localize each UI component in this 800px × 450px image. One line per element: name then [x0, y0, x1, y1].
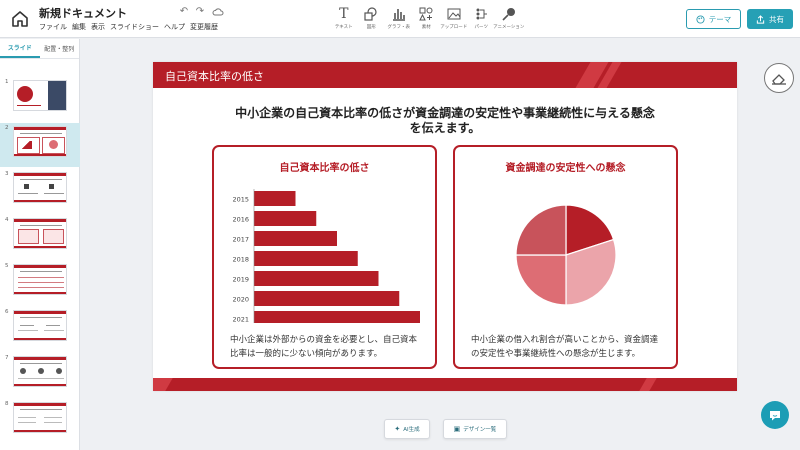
- tool-text[interactable]: T テキスト: [332, 6, 356, 30]
- right-card[interactable]: 資金調達の安定性への懸念 中小企業の借入れ割合が高いことから、資金調達の安定性や…: [453, 145, 678, 369]
- slide-thumbnail-1[interactable]: 1: [0, 77, 80, 121]
- bar-2020: [254, 291, 400, 306]
- slide-thumbnail-2[interactable]: 2: [0, 123, 80, 167]
- cloud-save-icon[interactable]: [212, 6, 224, 18]
- tool-parts[interactable]: パーツ: [470, 6, 494, 30]
- pie-slice-3: [515, 254, 567, 306]
- left-card-text: 中小企業は外部からの資金を必要とし、自己資本比率は一般的に少ない傾向があります。: [230, 335, 418, 359]
- left-card[interactable]: 自己資本比率の低さ 2015 2016 2017 2018 2019 2020 2021 中…: [212, 145, 437, 369]
- slide-headline[interactable]: 中小企業の自己資本比率の低さが資金調達の安定性や事業継続性に与える懸念 を伝えま…: [193, 106, 697, 136]
- slide-thumbnail-6[interactable]: 6: [0, 307, 80, 351]
- redo-icon[interactable]: ↷: [194, 6, 206, 18]
- slide-thumbnail-5[interactable]: 5: [0, 261, 80, 305]
- bar-label-2018: 2018: [232, 256, 249, 264]
- elements-icon: [418, 6, 434, 22]
- animation-icon: [501, 6, 517, 22]
- tool-chart[interactable]: グラフ・表: [387, 6, 411, 30]
- bar-label-2021: 2021: [232, 316, 249, 324]
- text-icon: T: [339, 6, 349, 22]
- menu-history[interactable]: 変更履歴: [190, 22, 218, 32]
- chart-icon: [391, 6, 407, 22]
- menu-bar: ファイル 編集 表示 スライドショー ヘルプ 変更履歴: [39, 22, 218, 32]
- right-card-text: 中小企業の借入れ割合が高いことから、資金調達の安定性や事業継続性への懸念が生じま…: [471, 335, 659, 359]
- slide-footer: [153, 378, 737, 391]
- tool-upload[interactable]: アップロード: [440, 6, 467, 30]
- bar-2019: [254, 271, 379, 286]
- document-title[interactable]: 新規ドキュメント: [39, 5, 127, 21]
- slide-canvas[interactable]: 自己資本比率の低さ 中小企業の自己資本比率の低さが資金調達の安定性や事業継続性に…: [153, 62, 737, 391]
- menu-edit[interactable]: 編集: [72, 22, 86, 32]
- tab-arrange[interactable]: 配置・整列: [40, 39, 80, 58]
- slide-thumbnail-8[interactable]: 8: [0, 399, 80, 443]
- slide-header-title[interactable]: 自己資本比率の低さ: [165, 68, 264, 84]
- slide-thumbnail-3[interactable]: 3: [0, 169, 80, 213]
- bar-2015: [254, 191, 296, 206]
- undo-icon[interactable]: ↶: [178, 6, 190, 18]
- slide-sidebar: スライド 配置・整列 1 2 3 4 5 6 7 8: [0, 39, 80, 450]
- ai-generate-button[interactable]: ✦ AI生成: [384, 419, 430, 439]
- share-icon: [756, 14, 765, 24]
- slide-thumbnail-4[interactable]: 4: [0, 215, 80, 259]
- slide-header: 自己資本比率の低さ: [153, 62, 737, 88]
- insert-toolbar: T テキスト 図形 グラフ・表 素材 アップロード パーツ アニメーション: [332, 6, 525, 30]
- bar-2016: [254, 211, 317, 226]
- layout-icon: ▣: [453, 425, 461, 433]
- shapes-icon: [363, 6, 379, 22]
- bar-label-2019: 2019: [232, 276, 249, 284]
- top-bar: 新規ドキュメント ファイル 編集 表示 スライドショー ヘルプ 変更履歴 ↶ ↷…: [0, 0, 800, 38]
- tool-shapes[interactable]: 図形: [360, 6, 384, 30]
- chat-support-button[interactable]: [761, 401, 789, 429]
- tab-slides[interactable]: スライド: [0, 39, 40, 58]
- menu-view[interactable]: 表示: [91, 22, 105, 32]
- tool-animation[interactable]: アニメーション: [493, 6, 524, 30]
- bar-2021: [254, 311, 420, 323]
- bar-label-2020: 2020: [232, 296, 249, 304]
- pie-chart: [515, 204, 617, 306]
- bar-label-2017: 2017: [232, 236, 249, 244]
- pie-slice-4: [515, 204, 567, 256]
- bar-label-2015: 2015: [232, 196, 249, 204]
- tool-elements[interactable]: 素材: [415, 6, 439, 30]
- slide-thumbnail-7[interactable]: 7: [0, 353, 80, 397]
- menu-help[interactable]: ヘルプ: [164, 22, 185, 32]
- bar-2018: [254, 251, 358, 266]
- share-button[interactable]: 共有: [747, 9, 793, 29]
- sparkle-icon: ✦: [394, 425, 401, 433]
- home-icon[interactable]: [10, 9, 30, 29]
- right-card-title: 資金調達の安定性への懸念: [505, 163, 626, 174]
- parts-icon: [473, 6, 489, 22]
- bar-chart: 2015 2016 2017 2018 2019 2020 2021: [232, 189, 420, 324]
- menu-file[interactable]: ファイル: [39, 22, 67, 32]
- bar-2017: [254, 231, 337, 246]
- theme-button[interactable]: テーマ: [686, 9, 741, 29]
- bar-label-2016: 2016: [232, 216, 249, 224]
- design-list-button[interactable]: ▣ デザイン一覧: [443, 419, 507, 439]
- palette-icon: [696, 14, 705, 24]
- eraser-icon: [772, 74, 786, 85]
- left-card-title: 自己資本比率の低さ: [279, 163, 370, 174]
- upload-icon: [446, 6, 462, 22]
- menu-slideshow[interactable]: スライドショー: [110, 22, 159, 32]
- edit-fab-button[interactable]: [764, 63, 794, 93]
- chat-icon: [770, 411, 780, 421]
- sidebar-tabs: スライド 配置・整列: [0, 39, 79, 59]
